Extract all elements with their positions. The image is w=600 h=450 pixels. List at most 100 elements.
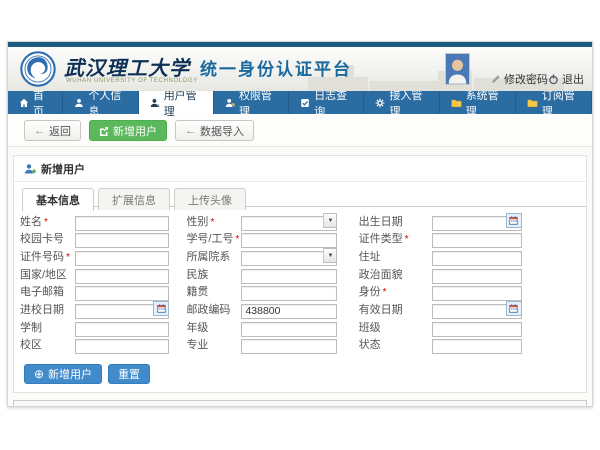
page-header: 武汉理工大学统一身份认证平台 WUHAN UNIVERSITY OF TECHN… [8, 47, 592, 91]
nav-item-system-management[interactable]: 系统管理 [440, 91, 516, 114]
panel-title-bar: 新增用户 [14, 156, 586, 182]
university-name-english: WUHAN UNIVERSITY OF TECHNOLOGY [66, 78, 198, 84]
text-field-container [75, 231, 169, 246]
skyline-decoration [370, 81, 440, 91]
reset-button[interactable]: 重置 [108, 364, 150, 384]
form-field-row: 班级 [359, 319, 582, 334]
field-label: 进校日期 [18, 301, 75, 317]
calendar-icon[interactable] [506, 301, 522, 316]
text-input[interactable] [241, 322, 337, 337]
nav-item-label: 用户管理 [164, 87, 202, 119]
required-asterisk: * [66, 252, 70, 263]
field-label: 国家/地区 [18, 266, 75, 282]
text-input[interactable] [75, 269, 169, 284]
form-field-row: 政治面貌 [359, 266, 582, 281]
university-name: 武汉理工大学 [64, 56, 190, 80]
text-input[interactable] [75, 251, 169, 266]
text-input[interactable] [241, 269, 337, 284]
text-input[interactable] [432, 286, 522, 301]
gear-icon [375, 98, 385, 108]
text-field-container [432, 248, 522, 263]
form-field-row: 进校日期 [18, 301, 186, 316]
text-input[interactable] [432, 233, 522, 248]
add-user-submit-button[interactable]: ⊕ 新增用户 [24, 364, 102, 384]
main-nav: 首页个人信息用户管理权限管理日志查询接入管理系统管理订阅管理 [8, 91, 592, 114]
add-user-button-toolbar[interactable]: 新增用户 [89, 120, 167, 141]
user-form: 姓名*校园卡号证件号码*国家/地区电子邮箱进校日期学制校区性别*▼学号/工号*所… [14, 207, 586, 358]
text-field-container [432, 231, 522, 246]
text-field-container [75, 319, 169, 334]
form-column-2: 性别*▼学号/工号*所属院系▼民族籍贯邮政编码年级专业 [186, 213, 358, 355]
form-field-row: 专业 [186, 337, 358, 352]
user-table: 学号/工号姓名性别身份所属院系操作 [13, 400, 587, 408]
pencil-icon [491, 74, 501, 84]
dropdown-arrow-icon[interactable]: ▼ [323, 213, 337, 228]
text-input[interactable] [432, 322, 522, 337]
users-icon [150, 98, 160, 108]
text-input[interactable] [75, 339, 169, 354]
dropdown-arrow-icon[interactable]: ▼ [323, 248, 337, 263]
form-field-row: 国家/地区 [18, 266, 186, 281]
tab-upload-avatar[interactable]: 上传头像 [174, 188, 246, 210]
text-input[interactable] [432, 339, 522, 354]
user-plus-icon [24, 163, 36, 175]
text-input[interactable] [241, 304, 337, 319]
nav-item-label: 首页 [33, 87, 51, 119]
nav-item-profile[interactable]: 个人信息 [63, 91, 138, 114]
text-field-container [75, 266, 169, 281]
data-import-button[interactable]: ← 数据导入 [175, 120, 254, 141]
field-label: 姓名* [18, 213, 75, 229]
calendar-icon[interactable] [506, 213, 522, 228]
app-window: 武汉理工大学统一身份认证平台 WUHAN UNIVERSITY OF TECHN… [7, 41, 593, 407]
text-input[interactable] [241, 286, 337, 301]
back-button[interactable]: ← 返回 [24, 120, 81, 141]
text-input[interactable] [75, 322, 169, 337]
tab-basic-info[interactable]: 基本信息 [22, 188, 94, 211]
form-field-row: 民族 [186, 266, 358, 281]
column-header: 姓名 [98, 400, 164, 407]
nav-item-home[interactable]: 首页 [8, 91, 63, 114]
text-field-container [432, 266, 522, 281]
text-input[interactable] [75, 233, 169, 248]
text-input[interactable] [432, 269, 522, 284]
date-field-container [432, 301, 522, 316]
avatar-photo-icon [446, 54, 469, 84]
nav-item-subscription-management[interactable]: 订阅管理 [516, 91, 592, 114]
text-field-container [432, 337, 522, 352]
form-field-row: 校园卡号 [18, 231, 186, 246]
text-input[interactable] [75, 216, 169, 231]
plus-circle-icon: ⊕ [34, 368, 44, 380]
form-field-row: 出生日期 [359, 213, 582, 228]
calendar-icon[interactable] [153, 301, 169, 316]
text-input[interactable] [241, 233, 337, 248]
permission-icon [225, 98, 235, 108]
nav-item-label: 订阅管理 [542, 87, 580, 119]
field-label: 民族 [186, 266, 241, 282]
change-password-link[interactable]: 修改密码 [491, 71, 548, 87]
platform-title: 统一身份认证平台 [200, 60, 352, 79]
form-field-row: 证件类型* [359, 231, 582, 246]
field-label: 校园卡号 [18, 230, 75, 246]
form-column-3: 出生日期证件类型*住址政治面貌身份*有效日期班级状态 [359, 213, 582, 355]
text-input[interactable] [241, 339, 337, 354]
import-arrow-icon: ← [185, 125, 196, 137]
field-label: 年级 [186, 319, 241, 335]
form-column-1: 姓名*校园卡号证件号码*国家/地区电子邮箱进校日期学制校区 [18, 213, 186, 355]
field-label: 电子邮箱 [18, 283, 75, 299]
user-avatar[interactable] [445, 53, 470, 85]
text-input[interactable] [75, 286, 169, 301]
nav-item-permission-management[interactable]: 权限管理 [214, 91, 289, 114]
back-arrow-icon: ← [34, 125, 45, 137]
nav-item-log-query[interactable]: 日志查询 [289, 91, 364, 114]
logout-link[interactable]: 退出 [548, 71, 584, 87]
form-field-row: 年级 [186, 319, 358, 334]
university-logo-icon [20, 51, 56, 87]
nav-item-user-management[interactable]: 用户管理 [139, 91, 214, 114]
text-input[interactable] [432, 251, 522, 266]
nav-item-access-management[interactable]: 接入管理 [364, 91, 439, 114]
tab-extended-info[interactable]: 扩展信息 [98, 188, 170, 210]
toolbar: ← 返回 新增用户 ← 数据导入 [8, 114, 592, 147]
nav-item-label: 权限管理 [239, 87, 277, 119]
field-label: 有效日期 [359, 301, 432, 317]
field-label: 邮政编码 [186, 301, 241, 317]
